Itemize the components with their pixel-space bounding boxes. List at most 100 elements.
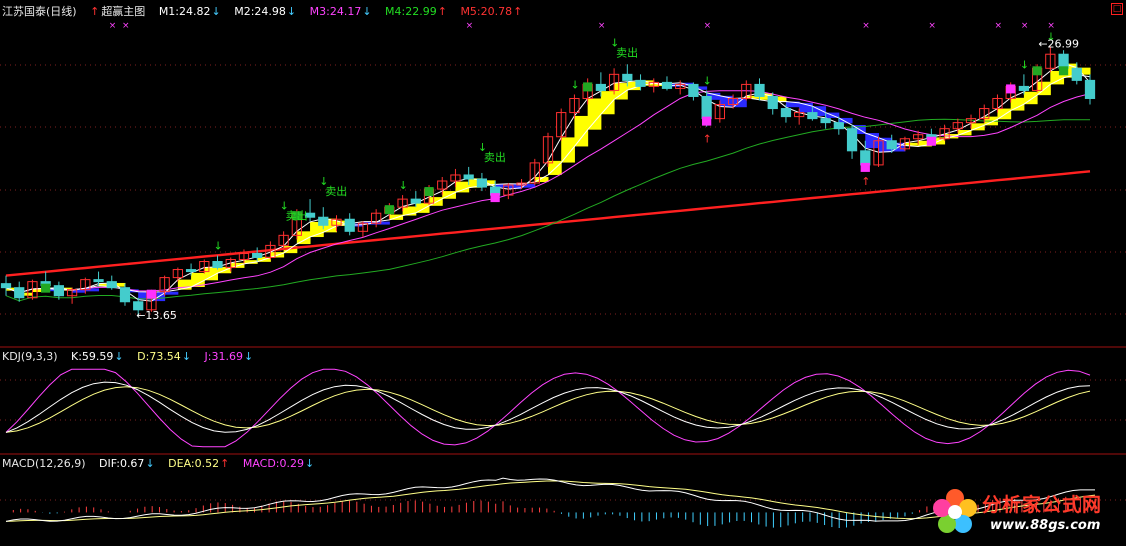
sell-arrow-icon: ↓ [1020,58,1029,71]
candle-body [886,140,897,150]
up-arrow-icon: ↑ [220,457,230,470]
candle-body [820,118,831,124]
signal-block-green [583,82,593,92]
candle-body [1018,85,1030,91]
x-marker-icon: × [1047,21,1055,31]
sell-label: 卖出 [616,45,638,59]
up-arrow-icon: ↑ [90,5,100,18]
macd-name: MACD(12,26,9) [2,457,86,470]
candle-body [252,252,263,258]
ma-m3-line [5,90,1091,294]
x-marker-icon: × [862,21,870,31]
sell-arrow-icon: ↓ [399,179,408,192]
candle-body [622,73,633,81]
candle-body [318,216,329,226]
candle-body [688,83,699,97]
signal-block-green [1032,66,1042,76]
x-marker-icon: × [109,21,117,31]
ma-m3-value: M3:24.17 [309,5,362,18]
candle-body [661,81,673,89]
band-up [600,91,615,115]
kdj-d-line [5,386,1091,433]
signal-block-magenta [702,116,712,126]
kdj-k-value: K:59.59 [71,350,114,363]
sell-label: 卖出 [325,184,347,198]
kdj-name: KDJ(9,3,3) [2,350,58,363]
sell-arrow-icon: ↓ [214,239,223,252]
candle-body [476,178,488,188]
flower-logo-icon [933,489,977,533]
candle-body [780,108,792,118]
sell-arrow-icon: ↓ [478,141,487,154]
watermark-url: www.88gs.com [990,518,1101,533]
ma-m4-value: M4:22.99 [385,5,437,18]
down-arrow-icon: ↓ [114,350,124,363]
watermark-logo: 分析家公式网 www.88gs.com [930,484,1120,540]
kdj-j-value: J:31.69 [204,350,243,363]
candle-body [846,128,858,152]
sell-arrow-icon: ↓ [319,175,328,188]
x-marker-icon: × [704,21,712,31]
candle-body [807,112,818,120]
candle-body [344,218,355,232]
ma-m2-value: M2:24.98 [234,5,286,18]
x-marker-icon: × [466,21,474,31]
band-up [587,98,602,130]
down-arrow-icon: ↓ [145,457,155,470]
candle-body [595,83,607,91]
macd-panel-header: MACD(12,26,9) DIF:0.67↓ DEA:0.52↑ MACD:0… [2,456,324,472]
candle-body [754,83,765,97]
candle-body [1084,79,1096,99]
sell-arrow-icon: ↓ [610,36,619,49]
macd-value: MACD:0.29 [242,457,304,470]
band-up [1010,97,1025,111]
candle-body [212,261,223,269]
signal-block-magenta [146,289,157,299]
signal-block-magenta [926,136,936,146]
signal-block-green [384,205,394,215]
candle-body [860,150,871,166]
price-panel-header: 江苏国泰(日线) ↑ 超赢主图 M1:24.82↓ M2:24.98↓ M3:24… [2,4,532,20]
candle-body [53,285,65,297]
band-up [455,181,470,193]
stock-name: 江苏国泰(日线) [2,5,77,18]
macd-dea-value: DEA:0.52 [168,457,220,470]
sell-label: 卖出 [484,150,506,164]
sell-arrow-icon: ↓ [570,78,579,91]
candle-body [185,269,197,273]
signal-block-magenta [860,162,870,172]
signal-block-magenta [490,193,500,203]
sell-label: 卖出 [286,208,308,222]
buy-arrow-icon: ↑ [861,175,870,188]
ma-m1-value: M1:24.82 [158,5,211,18]
sell-arrow-icon: ↓ [280,199,289,212]
candle-body [0,283,12,289]
candle-body [1071,67,1082,81]
kdj-d-value: D:73.54 [137,350,181,363]
sell-arrow-icon: ↓ [703,74,712,87]
ma-m5-line [5,170,1091,277]
candle-body [635,79,646,87]
candle-body [119,287,131,303]
signal-block-green [41,283,51,293]
ma-m5-value: M5:20.78 [460,5,513,18]
candle-body [463,174,474,180]
indicator-name: 超赢主图 [101,5,146,18]
candle-body [410,198,421,204]
up-arrow-icon: ↑ [437,5,447,18]
up-arrow-icon: ↑ [513,5,523,18]
x-marker-icon: × [928,21,936,31]
candle-body [1058,53,1069,69]
buy-arrow-icon: ↑ [703,133,712,146]
close-icon[interactable]: □ [1111,3,1123,15]
signal-block-magenta [1006,84,1016,94]
kdj-k-line [5,381,1091,433]
low-price-label: ←13.65 [136,309,177,322]
x-marker-icon: × [122,21,130,31]
macd-dif-value: DIF:0.67 [99,457,145,470]
down-arrow-icon: ↓ [305,457,315,470]
kdj-panel-header: KDJ(9,3,3) K:59.59↓ D:73.54↓ J:31.69↓ [2,349,263,365]
candle-body [833,122,844,130]
candle-body [767,95,778,110]
down-arrow-icon: ↓ [362,5,372,18]
